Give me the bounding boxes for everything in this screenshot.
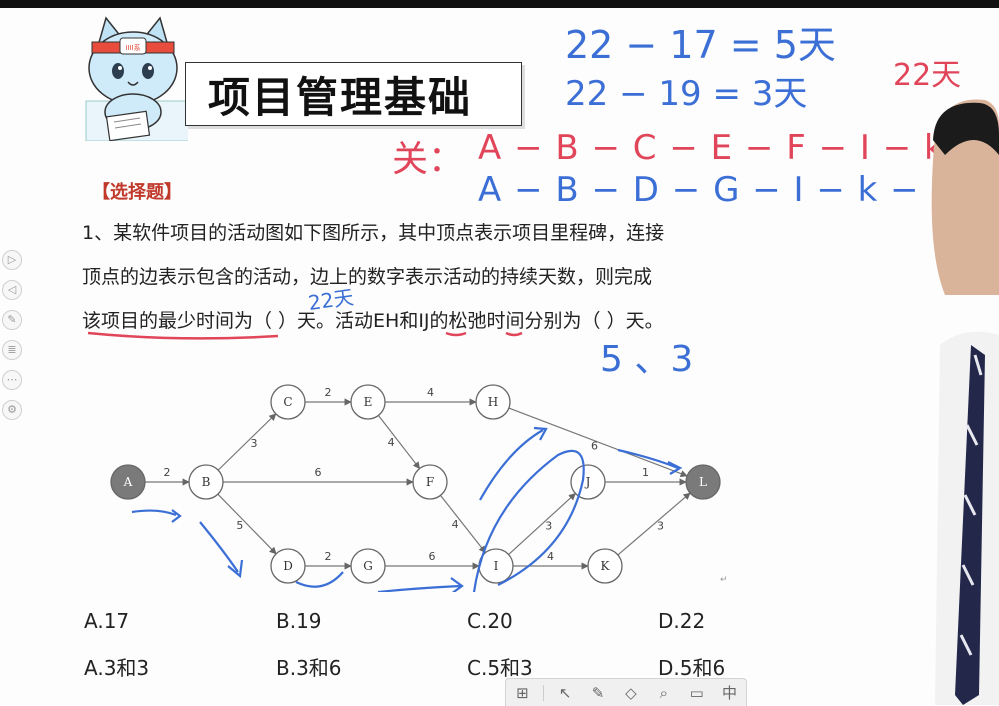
activity-network-diagram: 2 3 6 5 2 4 4 2 6 4 6 3 4 1 3 A B C D E F G H I J K L ↵ bbox=[110, 384, 728, 592]
edge-weight-K-L: 3 bbox=[657, 520, 664, 533]
edge-E-F bbox=[377, 415, 421, 470]
option-2d[interactable]: D.5和6 bbox=[658, 652, 725, 681]
cn-icon[interactable]: 中 bbox=[718, 682, 742, 703]
ink-equation-2: 22 − 19 = 3天 bbox=[565, 74, 808, 114]
ink-critical-label: 关： bbox=[392, 139, 465, 180]
edge-weight-J-L: 1 bbox=[642, 466, 649, 479]
option-2b[interactable]: B.3和6 bbox=[276, 652, 342, 681]
edge-weight-I-K: 4 bbox=[547, 550, 554, 563]
grid-icon[interactable]: ⊞ bbox=[510, 684, 534, 702]
edge-weight-B-D: 5 bbox=[236, 519, 243, 532]
node-label-F: F bbox=[426, 475, 434, 489]
option-1c[interactable]: C.20 bbox=[467, 609, 513, 633]
edge-weight-C-E: 2 bbox=[325, 386, 332, 399]
option-1d[interactable]: D.22 bbox=[658, 609, 705, 633]
option-1b[interactable]: B.19 bbox=[276, 609, 322, 633]
edge-F-I bbox=[440, 494, 486, 554]
node-label-D: D bbox=[283, 559, 293, 573]
edge-weight-F-I: 4 bbox=[452, 518, 459, 531]
screen-icon[interactable]: ▭ bbox=[685, 684, 709, 702]
edge-weight-B-C: 3 bbox=[250, 437, 257, 450]
ink-answer-2: 5 、3 bbox=[600, 339, 694, 380]
eraser-icon[interactable]: ◇ bbox=[619, 684, 643, 702]
edge-weight-H-L: 6 bbox=[591, 439, 598, 452]
node-label-L: L bbox=[699, 475, 707, 489]
node-label-A: A bbox=[123, 475, 133, 489]
edge-B-D bbox=[217, 493, 277, 555]
node-label-E: E bbox=[364, 395, 373, 409]
node-label-C: C bbox=[283, 395, 292, 409]
edge-weight-A-B: 2 bbox=[164, 466, 171, 479]
zoom-icon[interactable]: ⌕ bbox=[652, 684, 676, 702]
edge-weight-B-F: 6 bbox=[315, 466, 322, 479]
option-1a[interactable]: A.17 bbox=[84, 609, 129, 633]
node-label-K: K bbox=[601, 559, 611, 573]
pen-icon[interactable]: ✎ bbox=[586, 684, 610, 702]
edge-weight-D-G: 2 bbox=[325, 550, 332, 563]
edge-weight-E-F: 4 bbox=[388, 436, 395, 449]
node-label-J: J bbox=[584, 475, 591, 489]
edge-weight-I-J: 3 bbox=[545, 519, 552, 532]
edge-H-L bbox=[508, 407, 688, 478]
ink-total-days: 22天 bbox=[893, 58, 962, 93]
option-2c[interactable]: C.5和3 bbox=[467, 652, 533, 681]
bottom-toolbar: ⊞ ↖ ✎ ◇ ⌕ ▭ 中 bbox=[505, 678, 747, 706]
ink-critical-path-2: A − B − D − G − I − k − L bbox=[478, 170, 952, 210]
edge-weight-G-I: 6 bbox=[429, 550, 436, 563]
edge-B-C bbox=[217, 413, 277, 471]
node-label-H: H bbox=[488, 395, 498, 409]
edge-weight-E-H: 4 bbox=[427, 386, 434, 399]
node-label-G: G bbox=[363, 559, 373, 573]
node-label-B: B bbox=[202, 475, 211, 489]
pointer-icon[interactable]: ↖ bbox=[553, 684, 577, 702]
option-2a[interactable]: A.3和3 bbox=[84, 652, 149, 681]
presenter-figure bbox=[931, 99, 999, 705]
node-label-I: I bbox=[494, 559, 499, 573]
svg-text:↵: ↵ bbox=[720, 575, 728, 585]
edge-K-L bbox=[617, 492, 691, 556]
ink-equation-1: 22 − 17 = 5天 bbox=[565, 23, 836, 67]
